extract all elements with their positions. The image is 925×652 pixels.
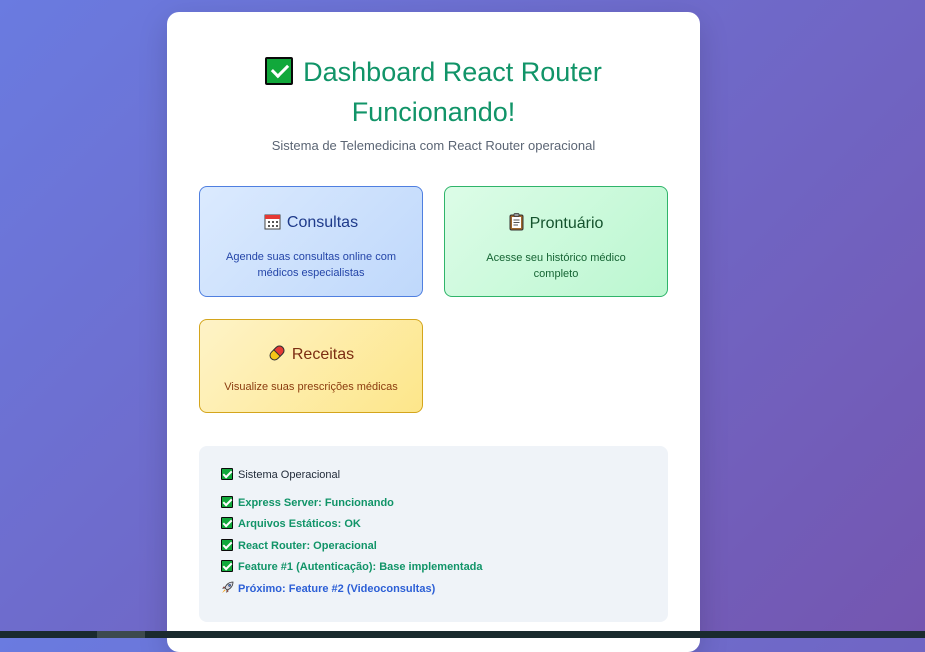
calendar-icon [264, 213, 281, 235]
taskbar-item[interactable] [97, 631, 145, 638]
status-item: Feature #1 (Autenticação): Base implemen… [221, 560, 483, 573]
status-item: Express Server: Funcionando [221, 496, 394, 509]
status-item-text: Arquivos Estáticos: OK [238, 518, 361, 530]
clipboard-icon [509, 213, 524, 236]
taskbar [0, 631, 925, 638]
feature-description: Acesse seu histórico médico completo [486, 252, 626, 280]
feature-title: Receitas [200, 344, 422, 367]
page-subtitle: Sistema de Telemedicina com React Router… [271, 138, 596, 153]
status-panel: Sistema Operacional Express Server: Func… [199, 446, 668, 622]
status-heading-text: Sistema Operacional [238, 469, 341, 481]
feature-description: Visualize suas prescrições médicas [224, 381, 398, 393]
feature-card-consultas[interactable]: Consultas Agende suas consultas online c… [199, 186, 423, 297]
status-item-text: Express Server: Funcionando [238, 497, 394, 509]
rocket-icon [221, 581, 234, 597]
feature-title: Prontuário [445, 213, 667, 236]
feature-title: Consultas [200, 213, 422, 235]
status-item-text: Feature #1 (Autenticação): Base implemen… [238, 561, 483, 573]
check-box-icon [265, 57, 294, 85]
dashboard-card: Dashboard React Router Funcionando! Sist… [167, 12, 700, 652]
status-heading: Sistema Operacional [221, 468, 340, 481]
feature-description: Agende suas consultas online com médicos… [226, 251, 396, 279]
pill-icon [268, 344, 286, 367]
check-icon [221, 468, 233, 480]
title-text-2: Funcionando! [351, 97, 516, 127]
title-line-1: Dashboard React Router [167, 52, 700, 92]
page-title: Dashboard React Router Funcionando! [167, 52, 700, 132]
check-icon [221, 560, 233, 572]
feature-title-text: Consultas [286, 214, 359, 231]
status-item-text: React Router: Operacional [238, 540, 377, 552]
check-icon [221, 539, 233, 551]
feature-title-text: Receitas [291, 346, 355, 363]
status-item: React Router: Operacional [221, 539, 377, 552]
feature-card-prontuario[interactable]: Prontuário Acesse seu histórico médico c… [444, 186, 668, 297]
status-item-text: Próximo: Feature #2 (Videoconsultas) [238, 583, 436, 595]
feature-card-receitas[interactable]: Receitas Visualize suas prescrições médi… [199, 319, 423, 413]
status-item: Arquivos Estáticos: OK [221, 517, 361, 530]
check-icon [221, 496, 233, 508]
check-icon [221, 517, 233, 529]
feature-title-text: Prontuário [529, 215, 604, 232]
title-text-1: Dashboard React Router [303, 57, 602, 87]
status-item-next: Próximo: Feature #2 (Videoconsultas) [221, 581, 435, 597]
